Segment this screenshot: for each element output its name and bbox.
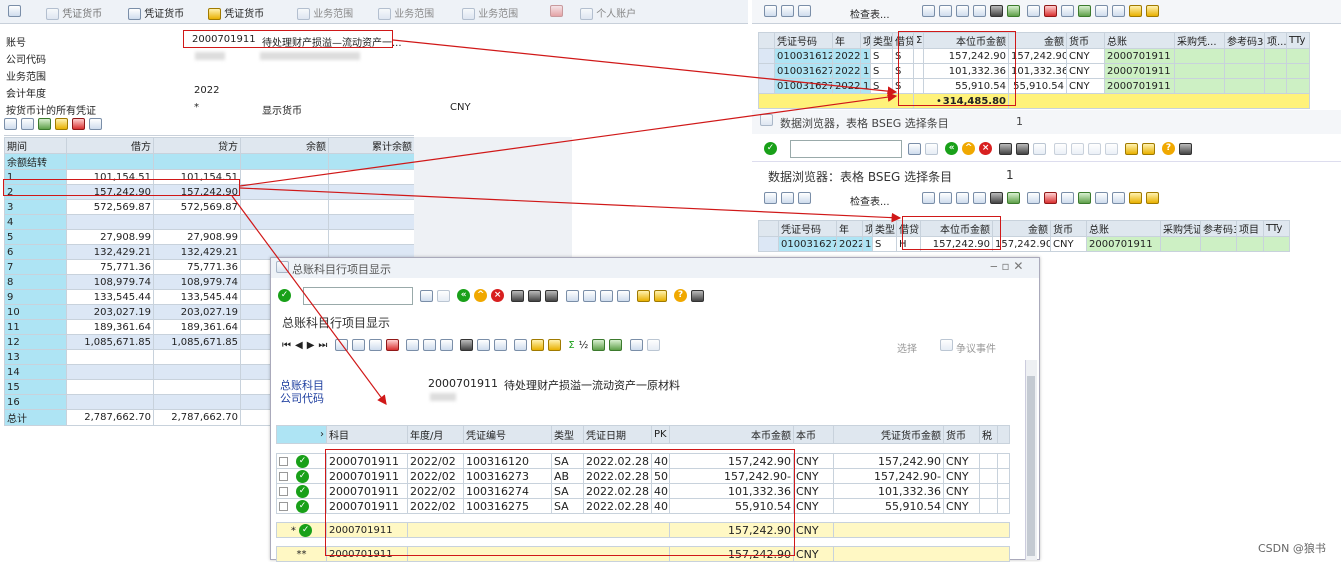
- arrow-to-bseg-mid: [239, 187, 902, 223]
- annotation-arrows: [231, 39, 902, 405]
- arrow-to-bseg-top: [392, 39, 898, 96]
- arrow-to-bseg-top-2: [239, 92, 898, 187]
- watermark: CSDN @狼书: [1258, 542, 1326, 555]
- arrow-to-gl: [231, 195, 387, 405]
